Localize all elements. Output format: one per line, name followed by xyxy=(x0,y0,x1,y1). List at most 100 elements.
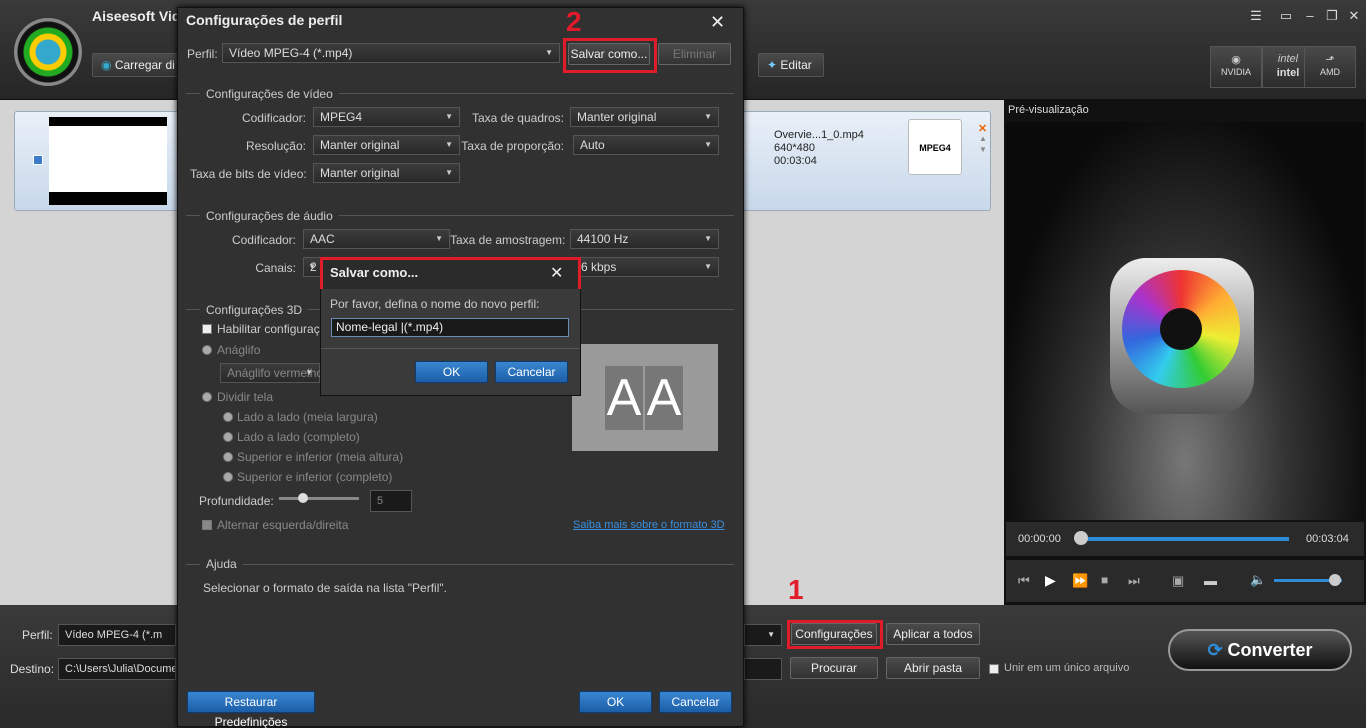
audio-bitrate-select[interactable]: 6 kbps xyxy=(574,257,719,277)
destination-input-end[interactable] xyxy=(744,658,782,680)
edit-button[interactable]: ✦ Editar xyxy=(758,53,824,77)
depth-label: Profundidade: xyxy=(199,494,274,508)
save-as-cancel-button[interactable]: Cancelar xyxy=(495,361,568,383)
depth-stepper[interactable]: 5 xyxy=(370,490,412,512)
apply-all-button[interactable]: Aplicar a todos xyxy=(886,623,980,645)
video-encoder-label: Codificador: xyxy=(241,111,306,125)
skip-back-icon[interactable]: ⏮ xyxy=(1018,573,1030,589)
divider xyxy=(186,564,734,565)
framerate-label: Taxa de quadros: xyxy=(471,111,564,125)
help-text: Selecionar o formato de saída na lista "… xyxy=(203,581,447,595)
fast-forward-icon[interactable]: ⏩ xyxy=(1072,573,1088,589)
anaglyph-select[interactable]: Anáglifo vermelho/ xyxy=(220,363,326,383)
destination-input[interactable]: C:\Users\Julia\Documen xyxy=(58,658,176,680)
stop-icon[interactable]: ■ xyxy=(1101,573,1108,587)
nvidia-label: NVIDIA xyxy=(1220,67,1251,77)
restore-icon[interactable]: ❐ xyxy=(1322,8,1342,24)
depth-slider-track[interactable] xyxy=(279,497,359,500)
resolution-select[interactable]: Manter original xyxy=(313,135,460,155)
load-disc-label: Carregar di xyxy=(114,58,175,72)
file-duration: 00:03:04 xyxy=(774,155,817,167)
play-icon[interactable]: ▶ xyxy=(1045,572,1056,589)
close-icon[interactable]: ✕ xyxy=(710,12,725,33)
dialog-cancel-button[interactable]: Cancelar xyxy=(659,691,732,713)
enable-3d-checkbox[interactable] xyxy=(202,324,212,334)
amd-label: AMD xyxy=(1320,67,1340,77)
open-folder-button[interactable]: Abrir pasta xyxy=(886,657,980,679)
app-title: Aiseesoft Vid xyxy=(92,8,181,24)
feedback-icon[interactable]: ▭ xyxy=(1276,8,1296,24)
video-encoder-select[interactable]: MPEG4 xyxy=(313,107,460,127)
camera-icon[interactable]: ▣ xyxy=(1172,573,1184,589)
3d-section-title: Configurações 3D xyxy=(200,303,309,317)
profile-select[interactable]: Vídeo MPEG-4 (*.m xyxy=(58,624,176,646)
profile-dropdown-arrow[interactable]: ▼ xyxy=(744,624,782,646)
skip-end-icon[interactable]: ⏭ xyxy=(1128,573,1140,589)
edit-label: Editar xyxy=(780,58,812,72)
restore-defaults-button[interactable]: Restaurar Predefinições xyxy=(187,691,315,728)
save-as-prompt: Por favor, defina o nome do novo perfil: xyxy=(330,297,540,311)
dialog-profile-select[interactable]: Vídeo MPEG-4 (*.mp4) xyxy=(222,43,560,63)
samplerate-label: Taxa de amostragem: xyxy=(450,233,566,247)
split-screen-label: Dividir tela xyxy=(217,390,274,404)
aspect-ratio-select[interactable]: Auto xyxy=(573,135,719,155)
split-option-radio[interactable] xyxy=(223,452,233,462)
seek-track[interactable] xyxy=(1080,537,1289,541)
video-bitrate-label: Taxa de bits de vídeo: xyxy=(190,167,307,181)
menu-icon[interactable]: ☰ xyxy=(1246,8,1266,24)
aspect-ratio-label: Taxa de proporção: xyxy=(461,139,564,153)
volume-thumb[interactable] xyxy=(1329,574,1341,586)
enable-3d-label: Habilitar configuraçõ xyxy=(217,322,327,336)
framerate-select[interactable]: Manter original xyxy=(570,107,719,127)
nvidia-icon: ◉ xyxy=(1231,54,1241,66)
close-window-icon[interactable]: ✕ xyxy=(1344,8,1364,24)
video-section-title: Configurações de vídeo xyxy=(200,87,339,101)
move-up-icon[interactable]: ▲ xyxy=(979,134,987,143)
save-as-ok-button[interactable]: OK xyxy=(415,361,488,383)
annotation-number-1: 1 xyxy=(788,574,804,605)
volume-icon[interactable]: 🔈 xyxy=(1250,572,1266,588)
amd-icon: ⬏ xyxy=(1325,54,1335,66)
split-option-radio[interactable] xyxy=(223,432,233,442)
chevron-down-icon: ▼ xyxy=(767,630,775,639)
split-option-radio[interactable] xyxy=(223,412,233,422)
preview-lens-core xyxy=(1160,308,1202,350)
file-checkbox[interactable] xyxy=(33,155,43,165)
move-down-icon[interactable]: ▼ xyxy=(979,145,987,154)
merge-checkbox[interactable] xyxy=(989,664,999,674)
dialog-ok-button[interactable]: OK xyxy=(579,691,652,713)
profile-name-input[interactable]: Nome-legal |(*.mp4) xyxy=(331,318,569,337)
thumbnail-frame xyxy=(49,126,167,192)
folder-icon[interactable]: ▬ xyxy=(1204,573,1217,588)
video-bitrate-select[interactable]: Manter original xyxy=(313,163,460,183)
split-option-radio[interactable] xyxy=(223,472,233,482)
convert-button[interactable]: ⟳ Converter xyxy=(1168,629,1352,671)
file-name: Overvie...1_0.mp4 xyxy=(774,129,864,141)
settings-button[interactable]: Configurações xyxy=(791,623,877,645)
learn-3d-link[interactable]: Saiba mais sobre o formato 3D xyxy=(573,519,725,531)
depth-slider-thumb[interactable] xyxy=(298,493,308,503)
mpeg4-format-icon[interactable]: MPEG4 xyxy=(908,119,962,175)
audio-encoder-label: Codificador: xyxy=(231,233,296,247)
dialog-profile-value: Vídeo MPEG-4 (*.mp4) xyxy=(229,46,353,60)
audio-encoder-select[interactable]: AAC xyxy=(303,229,450,249)
file-info: Overvie...1_0.mp4 640*480 00:03:04 xyxy=(774,129,864,168)
delete-button[interactable]: Eliminar xyxy=(658,43,731,65)
swap-checkbox[interactable] xyxy=(202,520,212,530)
preview-title: Pré-visualização xyxy=(1008,104,1089,116)
save-as-button[interactable]: Salvar como... xyxy=(568,43,650,65)
file-resolution: 640*480 xyxy=(774,142,815,154)
split-screen-radio[interactable] xyxy=(202,392,212,402)
anaglyph-radio[interactable] xyxy=(202,345,212,355)
split-option-label: Superior e inferior (completo) xyxy=(237,470,393,484)
dialog-title: Configurações de perfil xyxy=(186,12,343,28)
samplerate-select[interactable]: 44100 Hz xyxy=(570,229,719,249)
seek-thumb[interactable] xyxy=(1074,531,1088,545)
time-end: 00:03:04 xyxy=(1306,533,1349,545)
3d-preview-letter: A xyxy=(605,366,643,430)
split-option-label: Lado a lado (completo) xyxy=(237,430,360,444)
load-disc-button[interactable]: ◉ Carregar di xyxy=(92,53,180,77)
minimize-icon[interactable]: – xyxy=(1300,8,1320,24)
close-icon[interactable]: ✕ xyxy=(550,263,563,283)
browse-button[interactable]: Procurar xyxy=(790,657,878,679)
